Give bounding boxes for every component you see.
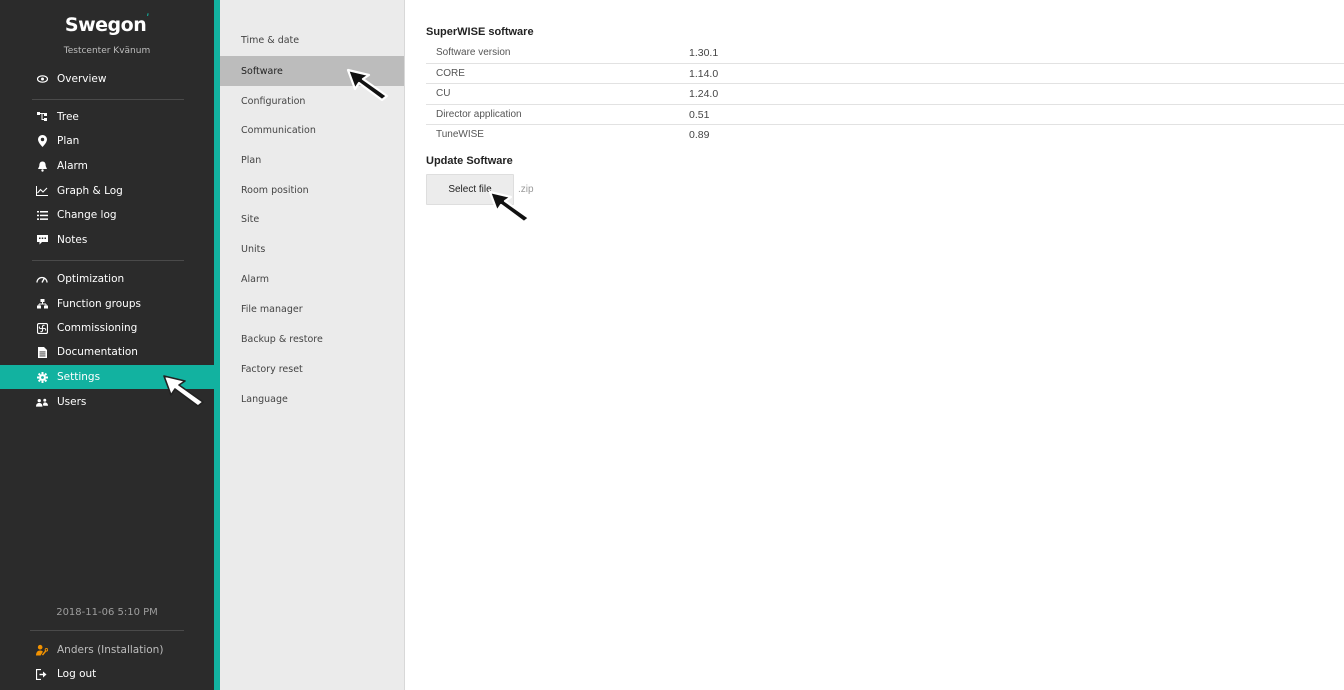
sidebar-item-label: Notes bbox=[57, 234, 88, 246]
file-type-hint: .zip bbox=[518, 184, 534, 195]
gauge-icon bbox=[36, 267, 48, 291]
swegon-logo: Swegonʹ bbox=[64, 12, 150, 36]
update-section-title: Update Software bbox=[426, 155, 513, 167]
sidebar-item-label: Users bbox=[57, 396, 87, 408]
sidebar-item-plan[interactable]: Plan bbox=[0, 129, 214, 153]
list-icon bbox=[36, 203, 48, 227]
table-row: CORE 1.14.0 bbox=[426, 64, 1344, 84]
current-datetime: 2018-11-06 5:10 PM bbox=[56, 607, 158, 618]
hierarchy-icon bbox=[36, 292, 48, 316]
software-section-title: SuperWISE software bbox=[426, 26, 534, 38]
tree-icon bbox=[36, 105, 48, 129]
row-value: 0.89 bbox=[689, 129, 710, 141]
sidebar-item-label: Overview bbox=[57, 73, 107, 85]
sidebar-item-tree[interactable]: Tree bbox=[0, 105, 214, 129]
row-key: CORE bbox=[436, 67, 465, 79]
current-user-label: Anders (Installation) bbox=[57, 644, 164, 656]
sidebar-item-notes[interactable]: Notes bbox=[0, 228, 214, 252]
sidebar-item-label: Plan bbox=[57, 135, 80, 147]
sidebar-item-change-log[interactable]: Change log bbox=[0, 203, 214, 227]
table-row: TuneWISE 0.89 bbox=[426, 125, 1344, 145]
submenu-item-software[interactable]: Software bbox=[220, 56, 404, 86]
sidebar-item-overview[interactable]: Overview bbox=[0, 67, 214, 91]
table-row: Director application 0.51 bbox=[426, 105, 1344, 125]
submenu-item-factory-reset[interactable]: Factory reset bbox=[220, 354, 404, 384]
submenu-item-room-position[interactable]: Room position bbox=[220, 175, 404, 205]
bell-icon bbox=[36, 154, 48, 178]
gear-icon bbox=[36, 365, 48, 389]
submenu-item-alarm[interactable]: Alarm bbox=[220, 264, 404, 294]
table-row: Software version 1.30.1 bbox=[426, 43, 1344, 64]
logout-button[interactable]: Log out bbox=[0, 662, 214, 686]
settings-submenu: Time & date Software Configuration Commu… bbox=[220, 0, 405, 690]
submenu-item-configuration[interactable]: Configuration bbox=[220, 86, 404, 116]
submenu-item-plan[interactable]: Plan bbox=[220, 145, 404, 175]
sidebar-item-settings[interactable]: Settings bbox=[0, 365, 220, 389]
sidebar-item-users[interactable]: Users bbox=[0, 390, 214, 414]
sidebar-item-optimization[interactable]: Optimization bbox=[0, 267, 214, 291]
submenu-item-backup-restore[interactable]: Backup & restore bbox=[220, 324, 404, 354]
sidebar-item-function-groups[interactable]: Function groups bbox=[0, 292, 214, 316]
sidebar-item-commissioning[interactable]: Commissioning bbox=[0, 316, 214, 340]
chart-line-icon bbox=[36, 179, 48, 203]
select-file-button[interactable]: Select file bbox=[426, 174, 514, 205]
submenu-item-units[interactable]: Units bbox=[220, 234, 404, 264]
site-name: Testcenter Kvänum bbox=[63, 46, 151, 56]
logout-label: Log out bbox=[57, 668, 97, 680]
submenu-item-site[interactable]: Site bbox=[220, 204, 404, 234]
current-user[interactable]: Anders (Installation) bbox=[0, 638, 214, 662]
sidebar-divider bbox=[32, 99, 184, 100]
user-wrench-icon bbox=[36, 638, 48, 662]
document-icon bbox=[36, 340, 48, 364]
sidebar-item-label: Documentation bbox=[57, 346, 138, 358]
row-key: Software version bbox=[436, 47, 511, 58]
sidebar-item-label: Optimization bbox=[57, 273, 125, 285]
row-value: 1.14.0 bbox=[689, 67, 719, 80]
sidebar-item-label: Alarm bbox=[57, 160, 88, 172]
sidebar-item-label: Tree bbox=[57, 111, 79, 123]
main-content: SuperWISE software Software version 1.30… bbox=[405, 0, 1344, 690]
table-row: CU 1.24.0 bbox=[426, 84, 1344, 105]
sidebar-item-alarm[interactable]: Alarm bbox=[0, 154, 214, 178]
submenu-item-file-manager[interactable]: File manager bbox=[220, 294, 404, 324]
row-value: 0.51 bbox=[689, 108, 710, 121]
sidebar-item-label: Settings bbox=[57, 371, 101, 383]
comment-icon bbox=[36, 228, 48, 252]
row-key: TuneWISE bbox=[436, 129, 484, 140]
map-pin-icon bbox=[36, 129, 48, 153]
eye-icon bbox=[36, 67, 48, 91]
row-key: CU bbox=[436, 88, 451, 99]
sidebar-item-label: Graph & Log bbox=[57, 185, 123, 197]
fan-icon bbox=[36, 316, 48, 340]
sidebar-item-label: Commissioning bbox=[57, 322, 138, 334]
logout-icon bbox=[36, 662, 48, 686]
submenu-item-language[interactable]: Language bbox=[220, 384, 404, 414]
submenu-item-time-date[interactable]: Time & date bbox=[220, 25, 404, 55]
row-value: 1.24.0 bbox=[689, 88, 719, 100]
sidebar-divider bbox=[30, 630, 184, 631]
sidebar-divider bbox=[32, 260, 184, 261]
software-info-table: Software version 1.30.1 CORE 1.14.0 CU 1… bbox=[426, 43, 1344, 145]
sidebar: Swegonʹ Testcenter Kvänum Overview Tree … bbox=[0, 0, 220, 690]
sidebar-item-label: Function groups bbox=[57, 298, 141, 310]
row-key: Director application bbox=[436, 108, 522, 120]
sidebar-item-documentation[interactable]: Documentation bbox=[0, 340, 214, 364]
sidebar-item-label: Change log bbox=[57, 209, 117, 221]
row-value: 1.30.1 bbox=[689, 47, 719, 59]
users-icon bbox=[36, 390, 48, 414]
sidebar-item-graph-log[interactable]: Graph & Log bbox=[0, 179, 214, 203]
submenu-item-communication[interactable]: Communication bbox=[220, 115, 404, 145]
